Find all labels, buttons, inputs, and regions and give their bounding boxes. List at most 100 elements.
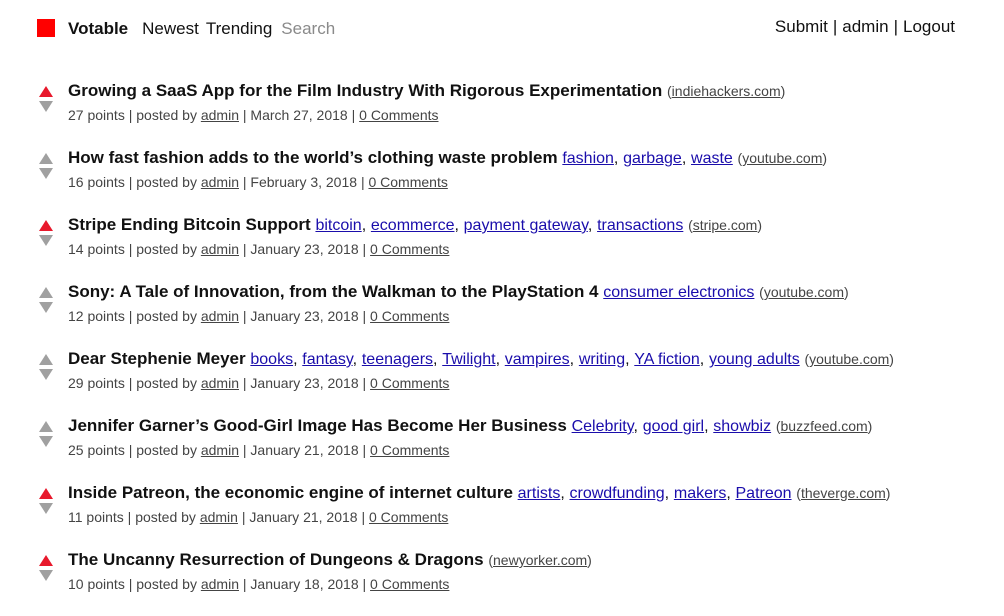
story-tag-link[interactable]: vampires bbox=[505, 351, 570, 368]
story-title-link[interactable]: Growing a SaaS App for the Film Industry… bbox=[68, 81, 662, 100]
upvote-arrow-icon[interactable] bbox=[39, 555, 53, 566]
story-title-line: Jennifer Garner’s Good-Girl Image Has Be… bbox=[68, 415, 872, 438]
story-tag-link[interactable]: Celebrity bbox=[572, 418, 634, 435]
logout-link[interactable]: Logout bbox=[903, 17, 955, 36]
story-tag-link[interactable]: payment gateway bbox=[464, 217, 588, 234]
story-title-link[interactable]: Sony: A Tale of Innovation, from the Wal… bbox=[68, 282, 599, 301]
story-author-link[interactable]: admin bbox=[201, 308, 239, 324]
story-domain: (youtube.com) bbox=[804, 351, 894, 367]
nav-newest-link[interactable]: Newest bbox=[142, 18, 199, 40]
upvote-arrow-icon[interactable] bbox=[39, 220, 53, 231]
story-tag-link[interactable]: YA fiction bbox=[634, 351, 700, 368]
story-comments-link[interactable]: 0 Comments bbox=[370, 375, 449, 391]
meta-separator: | bbox=[242, 442, 247, 458]
upvote-arrow-icon[interactable] bbox=[39, 421, 53, 432]
story-comments-link[interactable]: 0 Comments bbox=[359, 107, 438, 123]
downvote-arrow-icon[interactable] bbox=[39, 369, 53, 380]
story-tag-link[interactable]: young adults bbox=[709, 351, 800, 368]
story-author-link[interactable]: admin bbox=[201, 576, 239, 592]
upvote-arrow-icon[interactable] bbox=[39, 488, 53, 499]
story-comments-link[interactable]: 0 Comments bbox=[370, 241, 449, 257]
story-tag-link[interactable]: consumer electronics bbox=[603, 284, 754, 301]
story-author-link[interactable]: admin bbox=[201, 241, 239, 257]
nav-trending-link[interactable]: Trending bbox=[206, 18, 272, 40]
story-comments-link[interactable]: 0 Comments bbox=[370, 442, 449, 458]
story-domain-link[interactable]: newyorker.com bbox=[493, 552, 587, 568]
story-domain-link[interactable]: stripe.com bbox=[693, 217, 758, 233]
meta-separator: | bbox=[128, 576, 133, 592]
story-domain-link[interactable]: youtube.com bbox=[742, 150, 822, 166]
story-points: 12 points bbox=[68, 308, 125, 324]
story-date: January 23, 2018 bbox=[250, 241, 359, 257]
story-tag-link[interactable]: bitcoin bbox=[315, 217, 361, 234]
downvote-arrow-icon[interactable] bbox=[39, 436, 53, 447]
story-tag-link[interactable]: fantasy bbox=[302, 351, 352, 368]
story-tag-link[interactable]: good girl bbox=[643, 418, 704, 435]
upvote-arrow-icon[interactable] bbox=[39, 153, 53, 164]
story-points: 27 points bbox=[68, 107, 125, 123]
posted-by-label: posted by bbox=[136, 442, 197, 458]
user-link[interactable]: admin bbox=[842, 17, 888, 36]
upvote-arrow-icon[interactable] bbox=[39, 86, 53, 97]
nav-right: Submit | admin | Logout bbox=[775, 16, 955, 38]
story-tag-link[interactable]: writing bbox=[579, 351, 625, 368]
story-author-link[interactable]: admin bbox=[201, 107, 239, 123]
story-title-link[interactable]: Dear Stephenie Meyer bbox=[68, 349, 246, 368]
downvote-arrow-icon[interactable] bbox=[39, 235, 53, 246]
story-tag-link[interactable]: waste bbox=[691, 150, 733, 167]
meta-separator: | bbox=[362, 241, 367, 257]
downvote-arrow-icon[interactable] bbox=[39, 168, 53, 179]
downvote-arrow-icon[interactable] bbox=[39, 302, 53, 313]
upvote-arrow-icon[interactable] bbox=[39, 354, 53, 365]
story-domain-link[interactable]: youtube.com bbox=[764, 284, 844, 300]
story-title-link[interactable]: Stripe Ending Bitcoin Support bbox=[68, 215, 311, 234]
tag-separator: , bbox=[433, 351, 438, 368]
story-title-link[interactable]: Jennifer Garner’s Good-Girl Image Has Be… bbox=[68, 416, 567, 435]
story-item: How fast fashion adds to the world’s clo… bbox=[0, 147, 1004, 214]
story-tag-link[interactable]: fashion bbox=[562, 150, 614, 167]
story-tag-link[interactable]: showbiz bbox=[713, 418, 771, 435]
story-tag-link[interactable]: artists bbox=[518, 485, 561, 502]
downvote-arrow-icon[interactable] bbox=[39, 503, 53, 514]
story-title-link[interactable]: How fast fashion adds to the world’s clo… bbox=[68, 148, 558, 167]
story-comments-link[interactable]: 0 Comments bbox=[370, 308, 449, 324]
meta-separator: | bbox=[360, 174, 365, 190]
story-meta: 25 points | posted by admin | January 21… bbox=[68, 441, 449, 459]
story-comments-link[interactable]: 0 Comments bbox=[370, 576, 449, 592]
story-author-link[interactable]: admin bbox=[201, 375, 239, 391]
logo-square-icon[interactable] bbox=[37, 19, 55, 37]
downvote-arrow-icon[interactable] bbox=[39, 101, 53, 112]
upvote-arrow-icon[interactable] bbox=[39, 287, 53, 298]
story-tag-link[interactable]: teenagers bbox=[362, 351, 433, 368]
submit-link[interactable]: Submit bbox=[775, 17, 828, 36]
story-domain-link[interactable]: youtube.com bbox=[809, 351, 889, 367]
posted-by-label: posted by bbox=[136, 375, 197, 391]
story-tag-link[interactable]: makers bbox=[674, 485, 726, 502]
story-tag-link[interactable]: transactions bbox=[597, 217, 683, 234]
story-title-link[interactable]: Inside Patreon, the economic engine of i… bbox=[68, 483, 513, 502]
search-input[interactable]: Search bbox=[281, 18, 335, 40]
vote-controls bbox=[39, 488, 55, 518]
story-tag-link[interactable]: Twilight bbox=[442, 351, 495, 368]
story-author-link[interactable]: admin bbox=[201, 442, 239, 458]
story-domain-link[interactable]: indiehackers.com bbox=[672, 83, 781, 99]
story-tag-link[interactable]: books bbox=[250, 351, 293, 368]
story-tag-link[interactable]: Patreon bbox=[736, 485, 792, 502]
meta-separator: | bbox=[362, 375, 367, 391]
story-domain-link[interactable]: theverge.com bbox=[801, 485, 886, 501]
story-meta: 16 points | posted by admin | February 3… bbox=[68, 173, 448, 191]
story-comments-link[interactable]: 0 Comments bbox=[368, 174, 447, 190]
story-title-link[interactable]: The Uncanny Resurrection of Dungeons & D… bbox=[68, 550, 484, 569]
vote-controls bbox=[39, 287, 55, 317]
brand-link[interactable]: Votable bbox=[68, 18, 128, 40]
story-author-link[interactable]: admin bbox=[200, 509, 238, 525]
story-meta: 12 points | posted by admin | January 23… bbox=[68, 307, 449, 325]
downvote-arrow-icon[interactable] bbox=[39, 570, 53, 581]
story-tag-link[interactable]: garbage bbox=[623, 150, 682, 167]
story-item: Stripe Ending Bitcoin Support bitcoin, e… bbox=[0, 214, 1004, 281]
story-comments-link[interactable]: 0 Comments bbox=[369, 509, 448, 525]
story-domain-link[interactable]: buzzfeed.com bbox=[781, 418, 868, 434]
story-tag-link[interactable]: ecommerce bbox=[371, 217, 455, 234]
story-author-link[interactable]: admin bbox=[201, 174, 239, 190]
story-tag-link[interactable]: crowdfunding bbox=[570, 485, 665, 502]
